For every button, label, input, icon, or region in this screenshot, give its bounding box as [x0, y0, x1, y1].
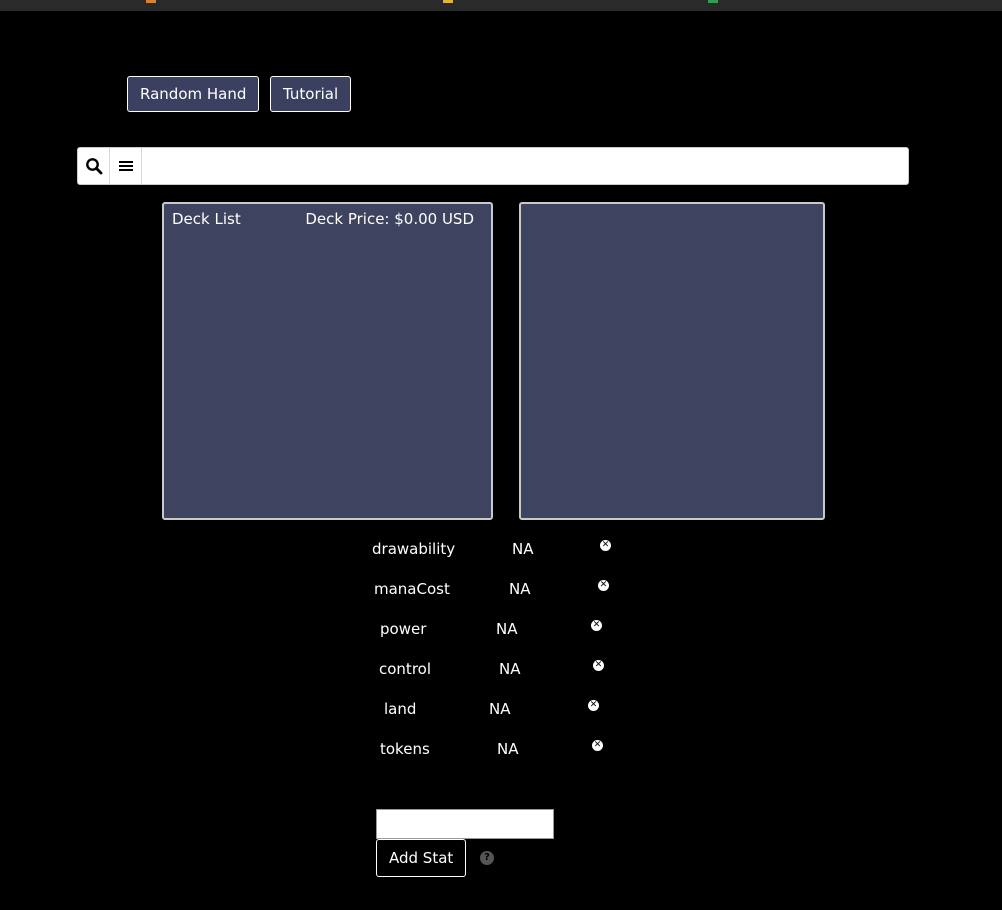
remove-stat-icon[interactable]: ✕: [593, 660, 604, 671]
question-icon[interactable]: ?: [480, 851, 494, 865]
stat-name: drawability: [372, 540, 456, 558]
stat-name: land: [384, 700, 417, 718]
tutorial-button[interactable]: Tutorial: [270, 76, 352, 112]
search-icon[interactable]: [78, 148, 110, 184]
tab-indicator: [443, 0, 453, 3]
deck-price: Deck Price: $0.00 USD: [305, 210, 474, 228]
stat-name: power: [380, 620, 427, 638]
stat-name: manaCost: [374, 580, 450, 598]
stat-row: tokens NA ✕: [0, 740, 1002, 760]
stat-value: NA: [509, 580, 531, 598]
tab-indicator: [146, 0, 156, 3]
tab-indicator: [708, 0, 718, 3]
stat-row: control NA ✕: [0, 660, 1002, 680]
remove-stat-icon[interactable]: ✕: [600, 540, 611, 551]
remove-stat-icon[interactable]: ✕: [598, 580, 609, 591]
stat-name: tokens: [380, 740, 430, 758]
search-input[interactable]: [142, 148, 906, 186]
remove-stat-icon[interactable]: ✕: [588, 700, 599, 711]
stat-value: NA: [496, 620, 518, 638]
stat-row: power NA ✕: [0, 620, 1002, 640]
remove-stat-icon[interactable]: ✕: [591, 620, 602, 631]
stat-row: drawability NA ✕: [0, 540, 1002, 560]
stat-value: NA: [499, 660, 521, 678]
stat-row: manaCost NA ✕: [0, 580, 1002, 600]
new-stat-input[interactable]: [376, 809, 554, 839]
stat-row: land NA ✕: [0, 700, 1002, 720]
remove-stat-icon[interactable]: ✕: [592, 740, 603, 751]
deck-list-panel: Deck List Deck Price: $0.00 USD: [162, 202, 493, 520]
browser-top-strip: [0, 0, 1002, 11]
stat-value: NA: [489, 700, 511, 718]
stat-name: control: [379, 660, 431, 678]
stat-value: NA: [497, 740, 519, 758]
deck-list-title: Deck List: [172, 210, 241, 228]
add-stat-button[interactable]: Add Stat: [376, 839, 467, 877]
search-bar: [77, 147, 909, 186]
menu-icon[interactable]: [110, 148, 142, 184]
card-preview-panel: [519, 202, 825, 520]
stat-value: NA: [512, 540, 534, 558]
random-hand-button[interactable]: Random Hand: [127, 76, 260, 112]
